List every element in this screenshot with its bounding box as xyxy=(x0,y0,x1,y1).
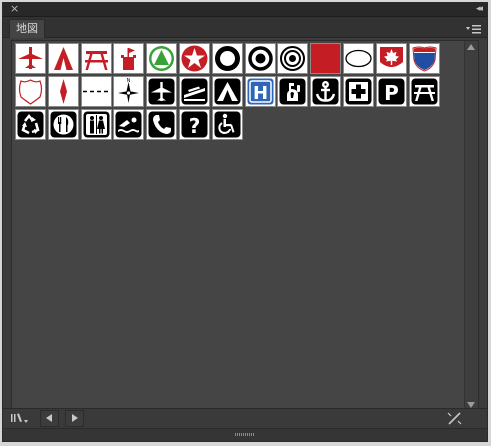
panel-title-bar: × ◂◂ xyxy=(3,2,487,17)
ring-dot-icon[interactable] xyxy=(245,43,276,74)
tab-map-symbols[interactable]: 地図 xyxy=(9,19,45,38)
vertical-scrollbar[interactable] xyxy=(464,41,478,412)
information-icon[interactable]: ? xyxy=(179,109,210,140)
red-square-icon[interactable] xyxy=(310,43,341,74)
interstate-shield-icon[interactable] xyxy=(409,43,440,74)
restaurant-icon[interactable] xyxy=(48,109,79,140)
marina-anchor-icon[interactable] xyxy=(310,76,341,107)
wheelchair-accessible-icon[interactable] xyxy=(212,109,243,140)
collapse-panel-icon[interactable]: ◂◂ xyxy=(476,3,483,16)
scroll-up-arrow-icon[interactable] xyxy=(467,44,475,50)
telephone-icon[interactable] xyxy=(146,109,177,140)
restroom-icon[interactable] xyxy=(81,109,112,140)
break-link-icon[interactable] xyxy=(446,410,464,427)
svg-text:H: H xyxy=(253,83,268,104)
parking-icon[interactable]: P xyxy=(376,76,407,107)
drinking-water-icon[interactable] xyxy=(277,76,308,107)
close-icon[interactable]: × xyxy=(10,2,19,16)
dashed-line-icon[interactable] xyxy=(81,76,112,107)
double-ring-icon[interactable] xyxy=(277,43,308,74)
panel-footer xyxy=(3,408,487,428)
svg-text:P: P xyxy=(384,81,399,105)
red-diamond-marker-icon[interactable] xyxy=(48,76,79,107)
next-arrow-icon[interactable] xyxy=(65,410,84,427)
castle-red-icon[interactable] xyxy=(113,43,144,74)
boat-ramp-icon[interactable] xyxy=(179,76,210,107)
ring-thick-icon[interactable] xyxy=(212,43,243,74)
symbols-panel: × ◂◂ 地図 N H P? xyxy=(2,2,488,442)
svg-text:?: ? xyxy=(189,114,201,138)
airport-icon[interactable] xyxy=(146,76,177,107)
swimming-icon[interactable] xyxy=(113,109,144,140)
white-oval-icon[interactable] xyxy=(343,43,374,74)
star-red-circle-icon[interactable] xyxy=(179,43,210,74)
picnic-area-icon[interactable] xyxy=(409,76,440,107)
airplane-red-icon[interactable] xyxy=(15,43,46,74)
maple-leaf-shield-icon[interactable] xyxy=(376,43,407,74)
recycling-icon[interactable] xyxy=(15,109,46,140)
compass-rose-icon[interactable]: N xyxy=(113,76,144,107)
svg-text:N: N xyxy=(127,78,131,84)
first-aid-icon[interactable] xyxy=(343,76,374,107)
campground-icon[interactable] xyxy=(212,76,243,107)
picnic-table-red-icon[interactable] xyxy=(81,43,112,74)
tab-bar: 地図 xyxy=(3,17,487,38)
triangle-green-circle-icon[interactable] xyxy=(146,43,177,74)
us-route-shield-icon[interactable] xyxy=(15,76,46,107)
symbol-library-grid-area: N H P? xyxy=(11,40,479,413)
panel-menu-icon[interactable] xyxy=(466,21,482,34)
previous-arrow-icon[interactable] xyxy=(40,410,59,427)
hospital-icon[interactable]: H xyxy=(245,76,276,107)
library-menu-icon[interactable] xyxy=(9,410,31,427)
tent-red-icon[interactable] xyxy=(48,43,79,74)
resize-grip[interactable] xyxy=(3,428,487,441)
